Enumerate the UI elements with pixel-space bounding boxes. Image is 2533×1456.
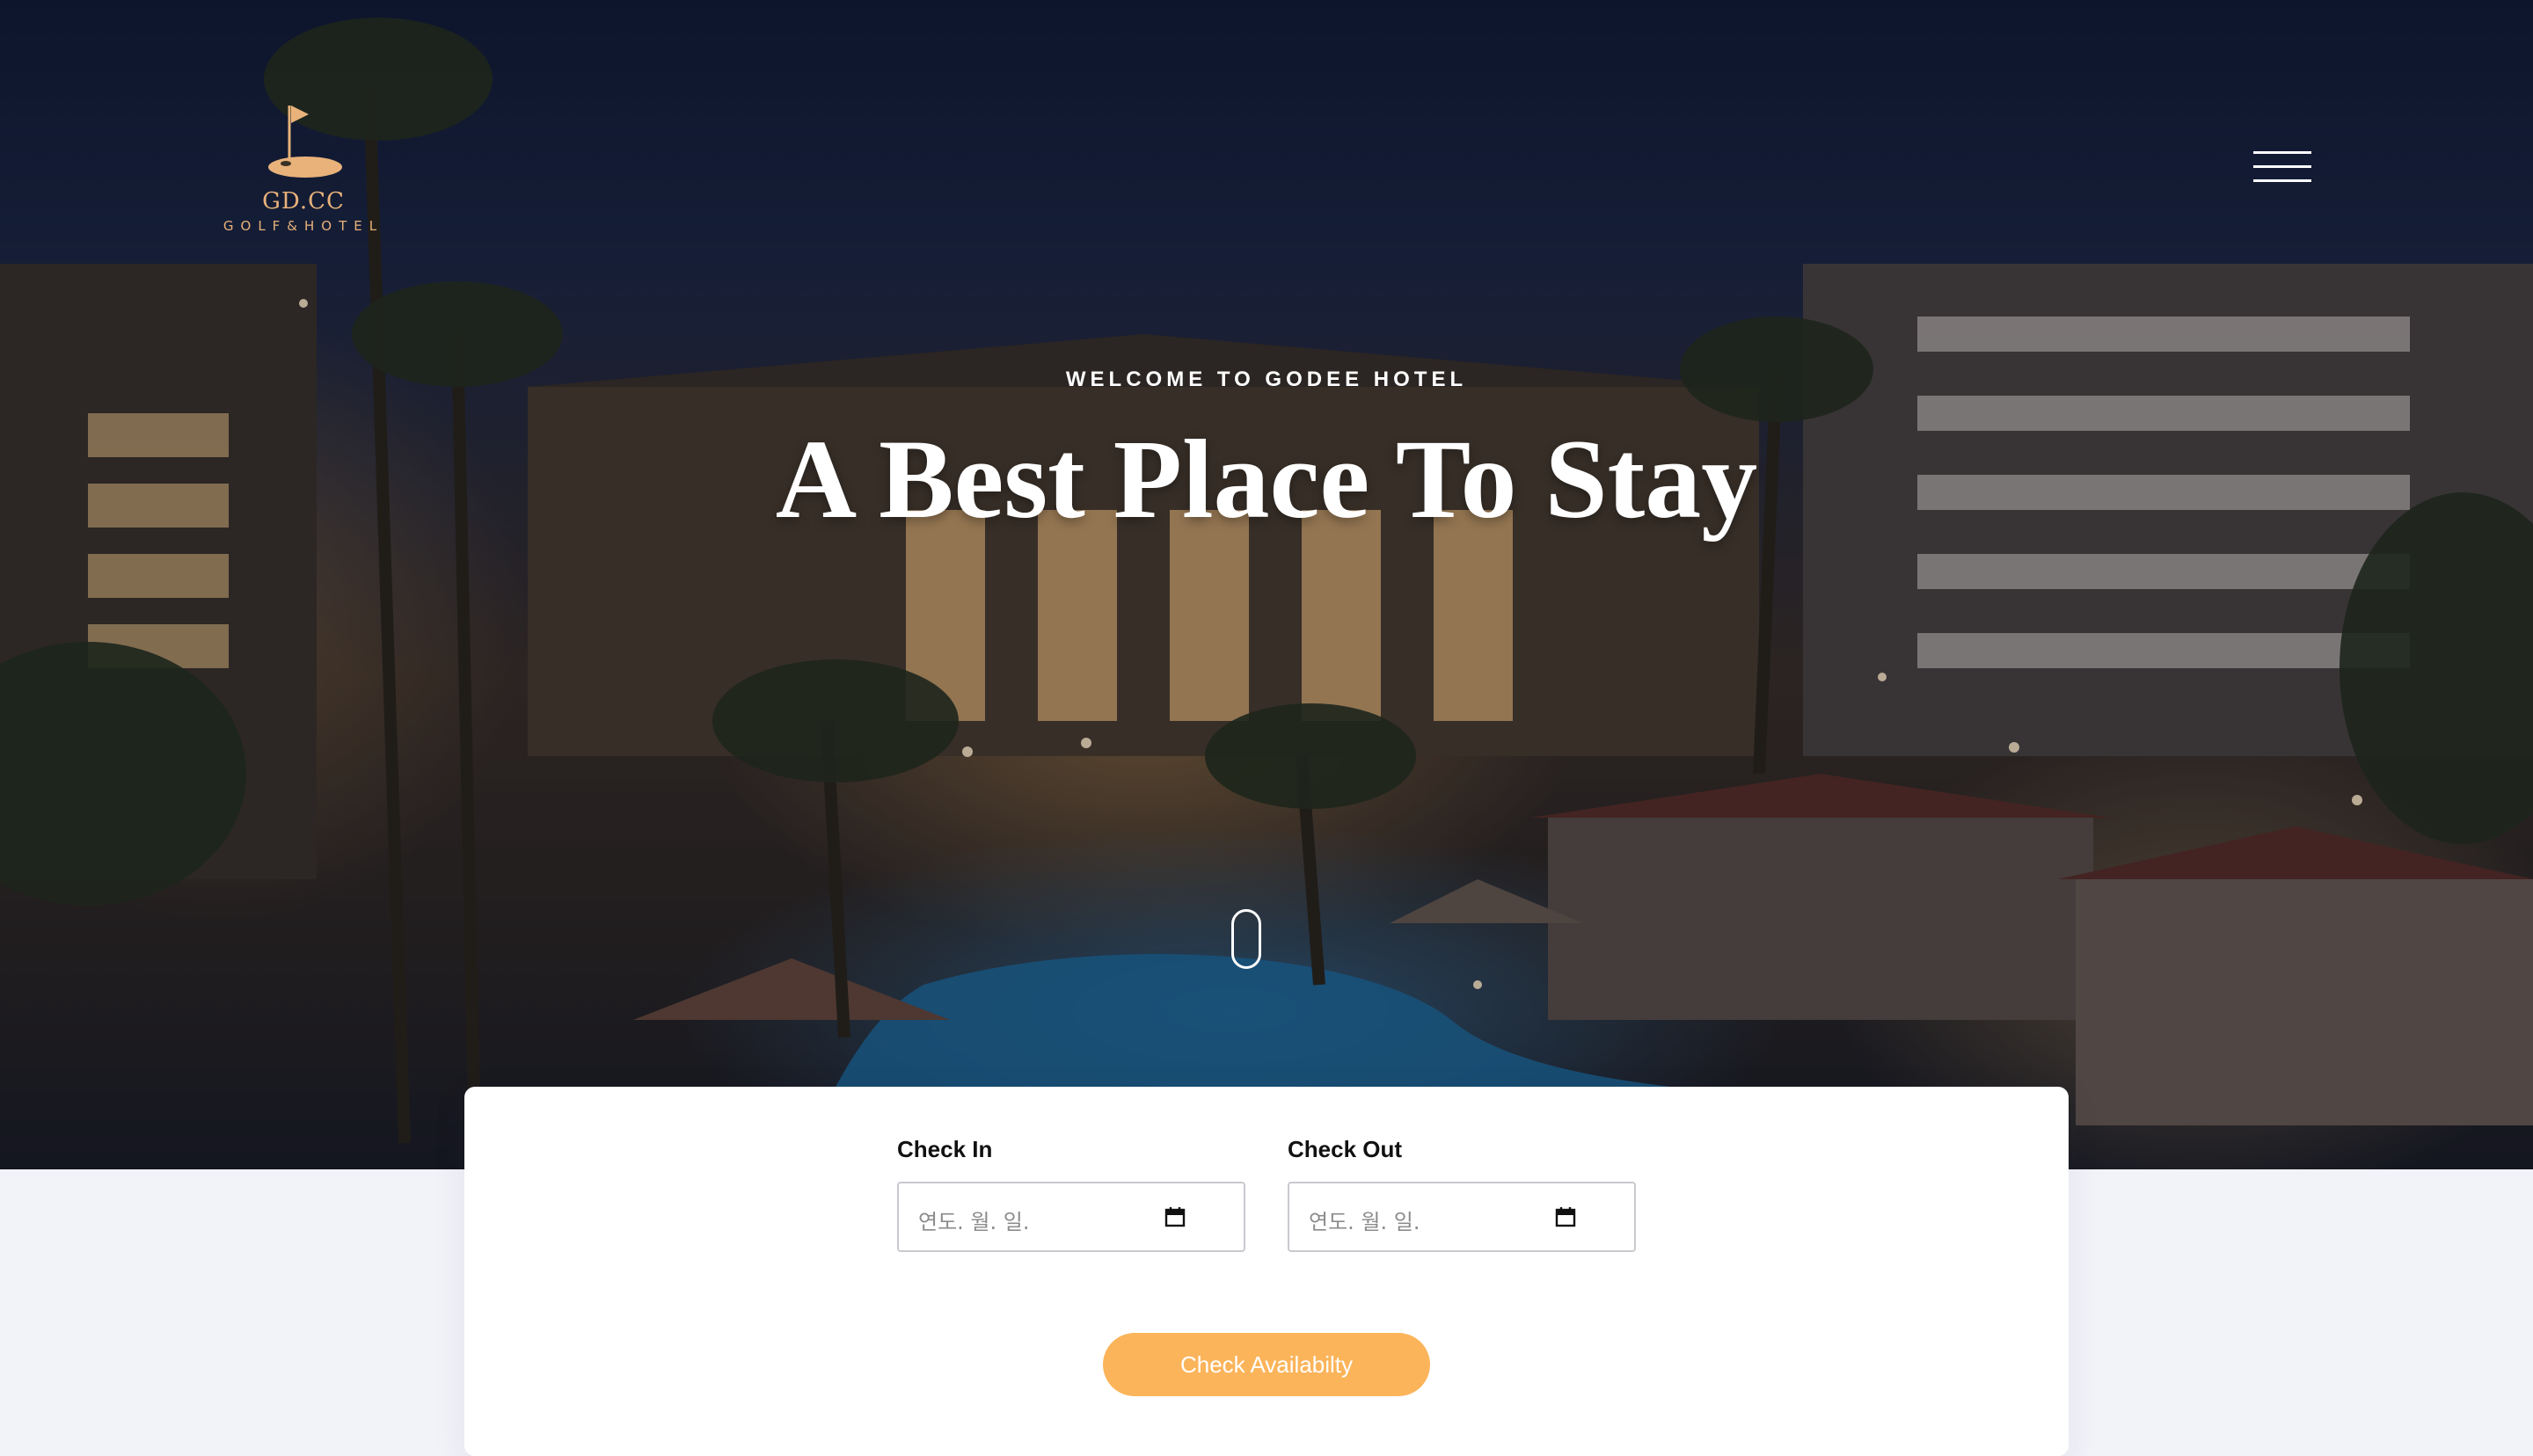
mouse-scroll-icon[interactable]	[1231, 909, 1261, 969]
check-out-placeholder: 연도. 월. 일.	[1309, 1210, 1420, 1234]
hero-headline: A Best Place To Stay	[775, 417, 1758, 542]
check-out-date-input[interactable]: 연도. 월. 일.	[1288, 1182, 1636, 1252]
check-in-date-input[interactable]: 연도. 월. 일.	[897, 1182, 1245, 1252]
check-availability-button[interactable]: Check Availabilty	[1103, 1333, 1430, 1396]
brand-tagline: GOLF&HOTEL	[223, 218, 384, 234]
calendar-icon[interactable]	[1555, 1206, 1576, 1227]
brand-logo[interactable]: GD.CC GOLF&HOTEL	[211, 98, 396, 234]
check-in-placeholder: 연도. 월. 일.	[918, 1210, 1030, 1234]
hero-section: GD.CC GOLF&HOTEL WELCOME TO GODEE HOTEL …	[0, 0, 2533, 1169]
calendar-icon[interactable]	[1164, 1206, 1186, 1227]
check-in-label: Check In	[897, 1136, 993, 1162]
booking-form: Check In 연도. 월. 일. Check Out 연도. 월. 일. C…	[464, 1087, 2069, 1456]
hero-eyebrow: WELCOME TO GODEE HOTEL	[1065, 368, 1468, 391]
brand-name: GD.CC	[262, 188, 345, 215]
golf-flag-logo-icon	[268, 106, 342, 178]
menu-button[interactable]	[2253, 148, 2315, 186]
check-out-label: Check Out	[1288, 1136, 1403, 1162]
